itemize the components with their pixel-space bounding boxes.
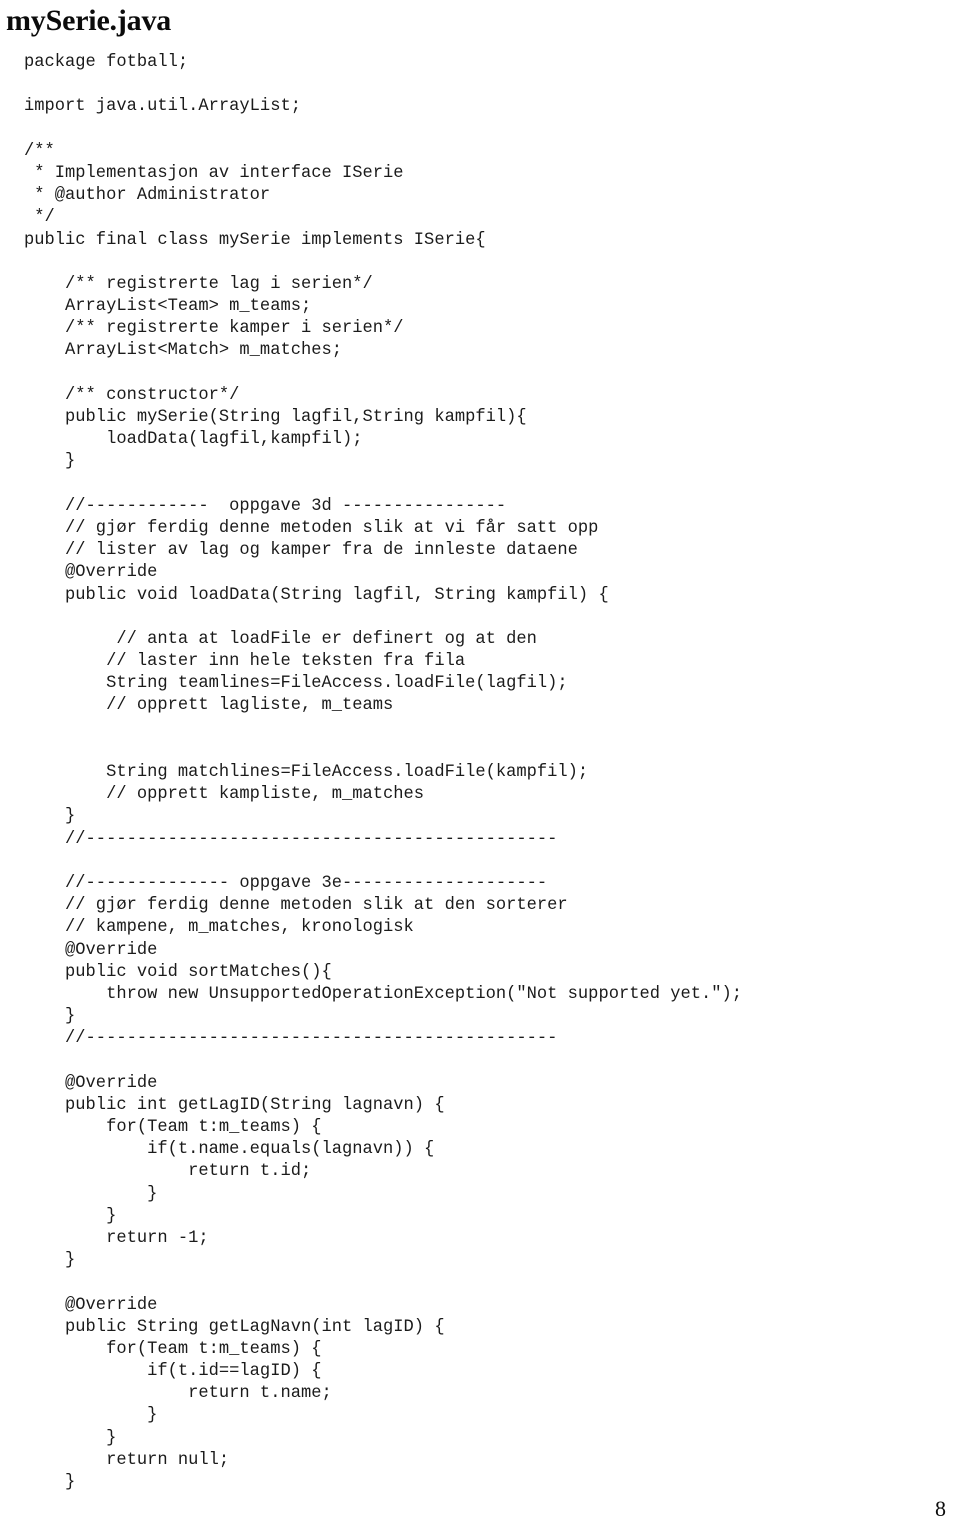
code-line: for(Team t:m_teams) { xyxy=(24,1118,322,1137)
code-line: package fotball; xyxy=(24,53,189,72)
code-line: // kampene, m_matches, kronologisk xyxy=(24,918,414,938)
code-line: // anta at loadFile er definert og at de… xyxy=(24,629,537,649)
code-line: // gjør ferdig denne metoden slik at den… xyxy=(24,896,568,916)
code-line: * @author Administrator xyxy=(24,186,271,206)
code-line: public int getLagID(String lagnavn) { xyxy=(24,1095,445,1115)
code-line: } xyxy=(24,1406,158,1426)
code-line: // lister av lag og kamper fra de innles… xyxy=(24,541,578,561)
code-line: // opprett kampliste, m_matches xyxy=(24,785,425,805)
code-line: public mySerie(String lagfil,String kamp… xyxy=(24,408,527,427)
code-line: String teamlines=FileAccess.loadFile(lag… xyxy=(24,674,568,694)
code-line: if(t.id==lagID) { xyxy=(24,1362,322,1382)
code-line: /** xyxy=(24,141,55,161)
code-line: } xyxy=(24,1473,76,1492)
code-line: */ xyxy=(24,208,55,228)
code-line: //------------ oppgave 3d --------------… xyxy=(24,496,507,516)
page-title: mySerie.java xyxy=(6,4,172,37)
code-line: //-------------- oppgave 3e-------------… xyxy=(24,873,548,893)
code-line: return t.name; xyxy=(24,1384,332,1404)
code-line: return null; xyxy=(24,1450,230,1470)
code-line: } xyxy=(24,1184,158,1204)
code-line: // gjør ferdig denne metoden slik at vi … xyxy=(24,518,599,538)
code-line: @Override xyxy=(24,940,158,960)
code-line: import java.util.ArrayList; xyxy=(24,97,301,117)
code-line: //--------------------------------------… xyxy=(24,829,558,849)
code-line: if(t.name.equals(lagnavn)) { xyxy=(24,1140,435,1160)
code-line: public final class mySerie implements IS… xyxy=(24,230,486,250)
code-line: return t.id; xyxy=(24,1162,312,1182)
code-line: return -1; xyxy=(24,1228,209,1248)
code-line: for(Team t:m_teams) { xyxy=(24,1339,322,1359)
code-line: } xyxy=(24,807,76,827)
code-line: String matchlines=FileAccess.loadFile(ka… xyxy=(24,763,589,782)
document-page: mySerie.java package fotball; import java… xyxy=(0,0,960,1534)
code-line: ArrayList<Match> m_matches; xyxy=(24,341,342,361)
code-line: // opprett lagliste, m_teams xyxy=(24,696,394,716)
code-line: } xyxy=(24,452,76,472)
code-line: * Implementasjon av interface ISerie xyxy=(24,163,404,183)
code-line: //--------------------------------------… xyxy=(24,1029,558,1049)
code-line: // laster inn hele teksten fra fila xyxy=(24,652,466,672)
code-line: ArrayList<Team> m_teams; xyxy=(24,297,312,317)
code-line: } xyxy=(24,1007,76,1027)
page-number: 8 xyxy=(935,1496,946,1521)
code-line: /** constructor*/ xyxy=(24,385,240,405)
code-line: } xyxy=(24,1206,117,1226)
code-line: @Override xyxy=(24,563,158,583)
code-line: @Override xyxy=(24,1073,158,1093)
code-line: } xyxy=(24,1428,117,1448)
code-line: throw new UnsupportedOperationException(… xyxy=(24,984,743,1004)
code-line: public void loadData(String lagfil, Stri… xyxy=(24,585,609,605)
code-line: loadData(lagfil,kampfil); xyxy=(24,430,363,450)
code-line: } xyxy=(24,1251,76,1271)
code-line: public String getLagNavn(int lagID) { xyxy=(24,1317,445,1337)
code-line: /** registrerte lag i serien*/ xyxy=(24,274,373,294)
code-line: /** registrerte kamper i serien*/ xyxy=(24,319,404,339)
code-line: public void sortMatches(){ xyxy=(24,962,332,982)
source-code-block: package fotball; import java.util.ArrayLi… xyxy=(24,52,944,1494)
code-line: @Override xyxy=(24,1295,158,1315)
